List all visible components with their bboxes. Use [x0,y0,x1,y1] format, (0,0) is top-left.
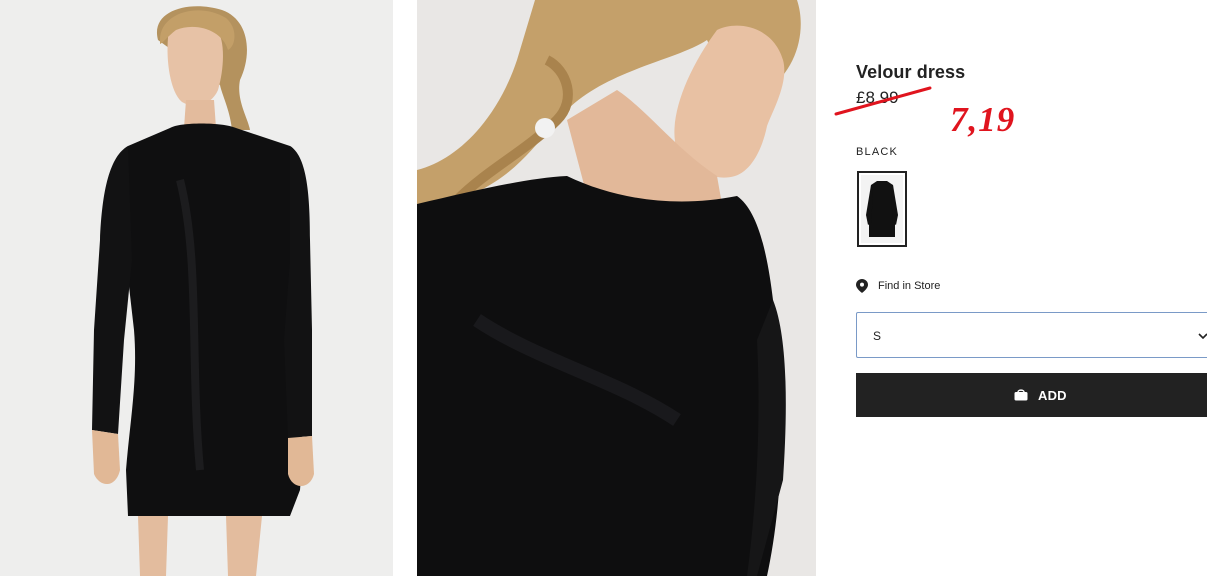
color-swatch-black[interactable] [857,171,907,247]
map-pin-icon [856,279,868,293]
sale-price-annotation: 7,19 [950,100,1016,139]
find-in-store-label: Find in Store [878,280,941,292]
product-info-panel: Velour dress £8.99 7,19 BLACK Find in St… [834,0,1207,576]
color-name: BLACK [856,146,899,158]
price-strikethrough-annotation [834,86,932,116]
dress-thumbnail [861,175,903,243]
model-closeup-photo [417,0,816,576]
model-full-body-photo [0,0,393,576]
size-select[interactable]: S [856,312,1207,358]
shopping-bag-icon [1014,389,1028,401]
product-image-closeup[interactable] [417,0,816,576]
find-in-store-link[interactable]: Find in Store [856,279,940,293]
size-selected-value: S [873,329,882,343]
add-to-bag-button[interactable]: ADD [856,373,1207,417]
product-image-main[interactable] [0,0,393,576]
chevron-down-icon [1198,333,1207,339]
product-title: Velour dress [856,62,966,82]
add-button-label: ADD [1038,387,1067,403]
